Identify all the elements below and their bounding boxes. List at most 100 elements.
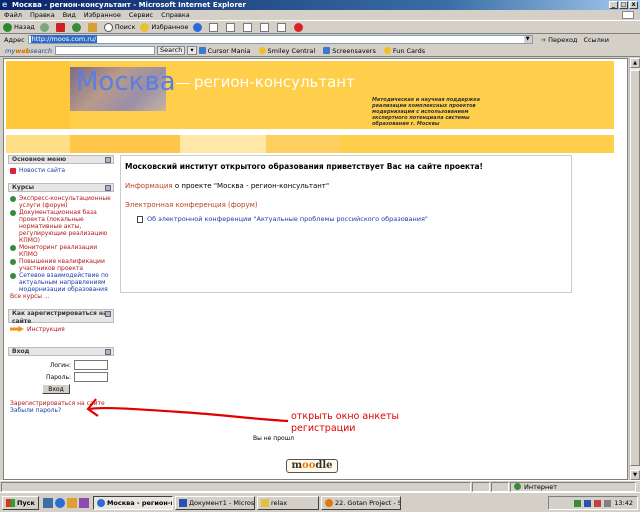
smiley-icon: [258, 47, 266, 54]
quicklaunch-desktop-icon[interactable]: [42, 497, 53, 508]
brand-main: web: [15, 46, 31, 55]
link-cursor-mania[interactable]: Cursor Mania: [198, 46, 251, 55]
ie-task-icon: [96, 498, 105, 507]
search-label: Поиск: [114, 23, 136, 31]
start-button[interactable]: Пуск: [2, 495, 39, 510]
status-bar: Интернет: [0, 480, 640, 492]
annotation-line2: регистрации: [291, 423, 356, 434]
scroll-down-icon[interactable]: ▼: [630, 470, 640, 480]
go-button[interactable]: ➔ Переход: [541, 36, 578, 44]
annotation-text: открыть окно анкеты регистрации: [291, 411, 399, 435]
tray-volume-icon[interactable]: [604, 499, 612, 507]
link-smiley-central[interactable]: Smiley Central: [258, 47, 315, 55]
link-label: Fun Cards: [392, 46, 426, 55]
window-title: Москва - регион-консультант - Microsoft …: [12, 1, 246, 9]
refresh-icon: [71, 22, 81, 32]
search-button[interactable]: Поиск: [103, 21, 136, 33]
status-cell: [472, 481, 490, 492]
task-ie[interactable]: Москва - регион-консульт...: [92, 495, 173, 510]
maximize-button[interactable]: □: [619, 1, 628, 9]
stop-button[interactable]: [55, 21, 67, 33]
refresh-button[interactable]: [71, 21, 83, 33]
windows-logo-icon: [622, 11, 634, 19]
screensaver-icon: [323, 47, 331, 54]
forward-button[interactable]: [39, 21, 51, 33]
globe-icon: [514, 483, 521, 490]
link-label: Cursor Mania: [207, 46, 251, 55]
folder-task-icon: [260, 498, 269, 507]
mywebsearch-button-label: Search: [160, 46, 183, 54]
task-word[interactable]: Документ1 - Microsoft W...: [174, 495, 255, 510]
stop-icon: [55, 22, 65, 32]
close-button[interactable]: x: [629, 1, 638, 9]
media-button[interactable]: [193, 21, 204, 33]
browser-toolbar: Назад Поиск Избранное: [0, 20, 640, 34]
window-titlebar: e Москва - регион-консультант - Microsof…: [0, 0, 640, 10]
links-button[interactable]: Ссылки: [583, 36, 609, 44]
vertical-scrollbar[interactable]: ▲ ▼: [629, 58, 640, 480]
back-arrow-icon: [3, 22, 12, 32]
menu-tools[interactable]: Сервис: [129, 10, 153, 20]
page-viewport: Москва регион-консультант Методическая и…: [3, 58, 628, 480]
favorites-button[interactable]: Избранное: [140, 21, 188, 33]
task-label: Москва - регион-консульт...: [106, 498, 172, 507]
print-icon: [243, 22, 253, 32]
mywebsearch-dropdown[interactable]: ▾: [187, 46, 197, 55]
moodle-logo-rest: dle: [315, 460, 333, 471]
tray-lang-icon[interactable]: [584, 499, 592, 507]
link-screensavers[interactable]: Screensavers: [323, 47, 376, 55]
quicklaunch-folder-icon[interactable]: [66, 497, 77, 508]
scroll-thumb[interactable]: [630, 70, 640, 466]
scroll-up-icon[interactable]: ▲: [630, 58, 640, 68]
brand-suffix: search: [30, 46, 52, 55]
forward-arrow-icon: [39, 22, 49, 32]
go-label: Переход: [548, 35, 578, 44]
print-button[interactable]: [243, 21, 255, 33]
annotation-line1: открыть окно анкеты: [291, 411, 400, 422]
task-player[interactable]: 22. Gotan Project - Santa...: [320, 495, 401, 510]
moodle-logo[interactable]: moodle: [286, 459, 338, 473]
discuss-button[interactable]: [277, 21, 289, 33]
address-bar: Адрес http://moos.com.ru/ ▼ ➔ Переход Ссы…: [0, 34, 640, 45]
clock: 13:42: [614, 499, 633, 507]
tray-network-icon[interactable]: [574, 499, 582, 507]
link-fun-cards[interactable]: Fun Cards: [383, 46, 426, 55]
address-dropdown-icon[interactable]: ▼: [523, 36, 532, 43]
moodle-logo-oo: oo: [302, 460, 316, 471]
menu-help[interactable]: Справка: [161, 10, 190, 20]
mywebsearch-button[interactable]: Search: [157, 46, 186, 55]
quicklaunch-media-icon[interactable]: [78, 497, 89, 508]
address-url: http://moos.com.ru/: [30, 35, 98, 43]
task-label: 22. Gotan Project - Santa...: [334, 498, 400, 507]
security-zone: Интернет: [510, 481, 636, 492]
back-button[interactable]: Назад: [3, 21, 35, 33]
search-icon: [103, 22, 113, 32]
history-icon: [209, 22, 219, 32]
brand-prefix: my: [5, 46, 16, 55]
minimize-button[interactable]: _: [609, 1, 618, 9]
ie-icon: e: [2, 0, 8, 9]
media-icon: [193, 22, 203, 32]
zone-label: Интернет: [524, 482, 558, 491]
system-tray: 13:42: [548, 496, 638, 510]
messenger-button[interactable]: [294, 21, 306, 33]
start-label: Пуск: [17, 498, 35, 507]
task-label: Документ1 - Microsoft W...: [188, 498, 255, 507]
menu-edit[interactable]: Правка: [30, 10, 55, 20]
home-button[interactable]: [87, 21, 99, 33]
menu-favorites[interactable]: Избранное: [84, 10, 121, 20]
edit-icon: [260, 22, 270, 32]
back-label: Назад: [14, 23, 35, 31]
task-relax[interactable]: relax: [256, 495, 319, 510]
mail-icon: [226, 22, 236, 32]
login-status-text: Вы не прошл: [253, 435, 295, 442]
menu-view[interactable]: Вид: [63, 10, 76, 20]
history-button[interactable]: [209, 21, 221, 33]
menu-file[interactable]: Файл: [4, 10, 22, 20]
quicklaunch-ie-icon[interactable]: [54, 497, 65, 508]
tray-antivirus-icon[interactable]: [594, 499, 602, 507]
edit-button[interactable]: [260, 21, 272, 33]
mywebsearch-input[interactable]: [55, 46, 155, 55]
mail-button[interactable]: [226, 21, 238, 33]
address-input[interactable]: http://moos.com.ru/ ▼: [27, 35, 533, 44]
